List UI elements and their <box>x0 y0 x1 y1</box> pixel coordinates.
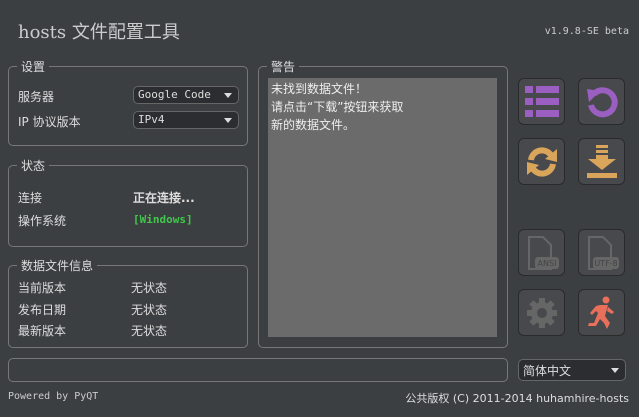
settings-title: 设置 <box>17 58 50 75</box>
current-version-value: 无状态 <box>131 281 168 295</box>
settings-button[interactable] <box>518 289 565 336</box>
download-icon <box>586 144 617 178</box>
ip-version-label: IP 协议版本 <box>18 115 81 129</box>
ansi-file-icon: ANSI <box>527 235 559 270</box>
server-label: 服务器 <box>18 90 55 104</box>
latest-version-label: 最新版本 <box>18 324 67 338</box>
datafile-title: 数据文件信息 <box>17 257 98 274</box>
datafile-group: 数据文件信息 当前版本 无状态 发布日期 无状态 最新版本 无状态 <box>8 257 248 348</box>
server-select[interactable]: Google Code <box>133 86 239 104</box>
undo-icon <box>586 86 618 117</box>
copyright-label: 公共版权 (C) 2011-2014 huhamhire-hosts <box>405 392 629 405</box>
gear-icon <box>526 297 557 328</box>
warning-title: 警告 <box>267 58 300 75</box>
exit-button[interactable] <box>578 289 625 336</box>
settings-group: 设置 服务器 Google Code IP 协议版本 IPv4 <box>8 58 248 146</box>
app-title: hosts 文件配置工具 <box>18 22 180 43</box>
refresh-button[interactable] <box>518 138 565 185</box>
chevron-down-icon <box>224 93 232 98</box>
current-version-label: 当前版本 <box>18 281 67 295</box>
ansi-export-button[interactable]: ANSI <box>518 229 565 276</box>
release-date-value: 无状态 <box>131 303 168 317</box>
language-select[interactable]: 简体中文 <box>518 359 626 381</box>
ip-version-select[interactable]: IPv4 <box>133 111 239 129</box>
utf8-label: UTF-8 <box>594 259 617 268</box>
ip-version-value: IPv4 <box>138 113 165 126</box>
chevron-down-icon <box>224 118 232 123</box>
warning-line: 请点击“下载”按钮来获取 <box>271 100 404 114</box>
status-title: 状态 <box>17 157 50 174</box>
backup-restore-button[interactable] <box>578 78 625 125</box>
utf8-export-button[interactable]: UTF-8 <box>578 229 625 276</box>
ansi-label: ANSI <box>537 259 556 268</box>
latest-version-value: 无状态 <box>131 324 168 338</box>
download-button[interactable] <box>578 138 625 185</box>
command-input[interactable] <box>8 358 508 382</box>
status-group: 状态 连接 正在连接... 操作系统 [Windows] <box>8 157 248 247</box>
os-value: [Windows] <box>133 213 193 226</box>
function-list-button[interactable] <box>518 78 565 125</box>
warning-line: 新的数据文件。 <box>271 118 356 132</box>
os-label: 操作系统 <box>18 214 67 228</box>
server-value: Google Code <box>138 88 211 101</box>
version-label: v1.9.8-SE beta <box>544 26 629 37</box>
warning-line: 未找到数据文件！ <box>271 82 368 96</box>
utf8-file-icon: UTF-8 <box>587 235 619 270</box>
warning-text-area[interactable]: 未找到数据文件！ 请点击“下载”按钮来获取 新的数据文件。 <box>268 78 497 337</box>
connection-label: 连接 <box>18 191 43 205</box>
release-date-label: 发布日期 <box>18 303 67 317</box>
chevron-down-icon <box>611 368 619 373</box>
powered-by-label: Powered by PyQT <box>8 391 99 402</box>
running-man-icon <box>587 296 614 329</box>
language-value: 简体中文 <box>523 364 572 378</box>
connection-value: 正在连接... <box>133 191 195 205</box>
list-icon <box>524 85 559 117</box>
refresh-icon <box>526 146 557 177</box>
